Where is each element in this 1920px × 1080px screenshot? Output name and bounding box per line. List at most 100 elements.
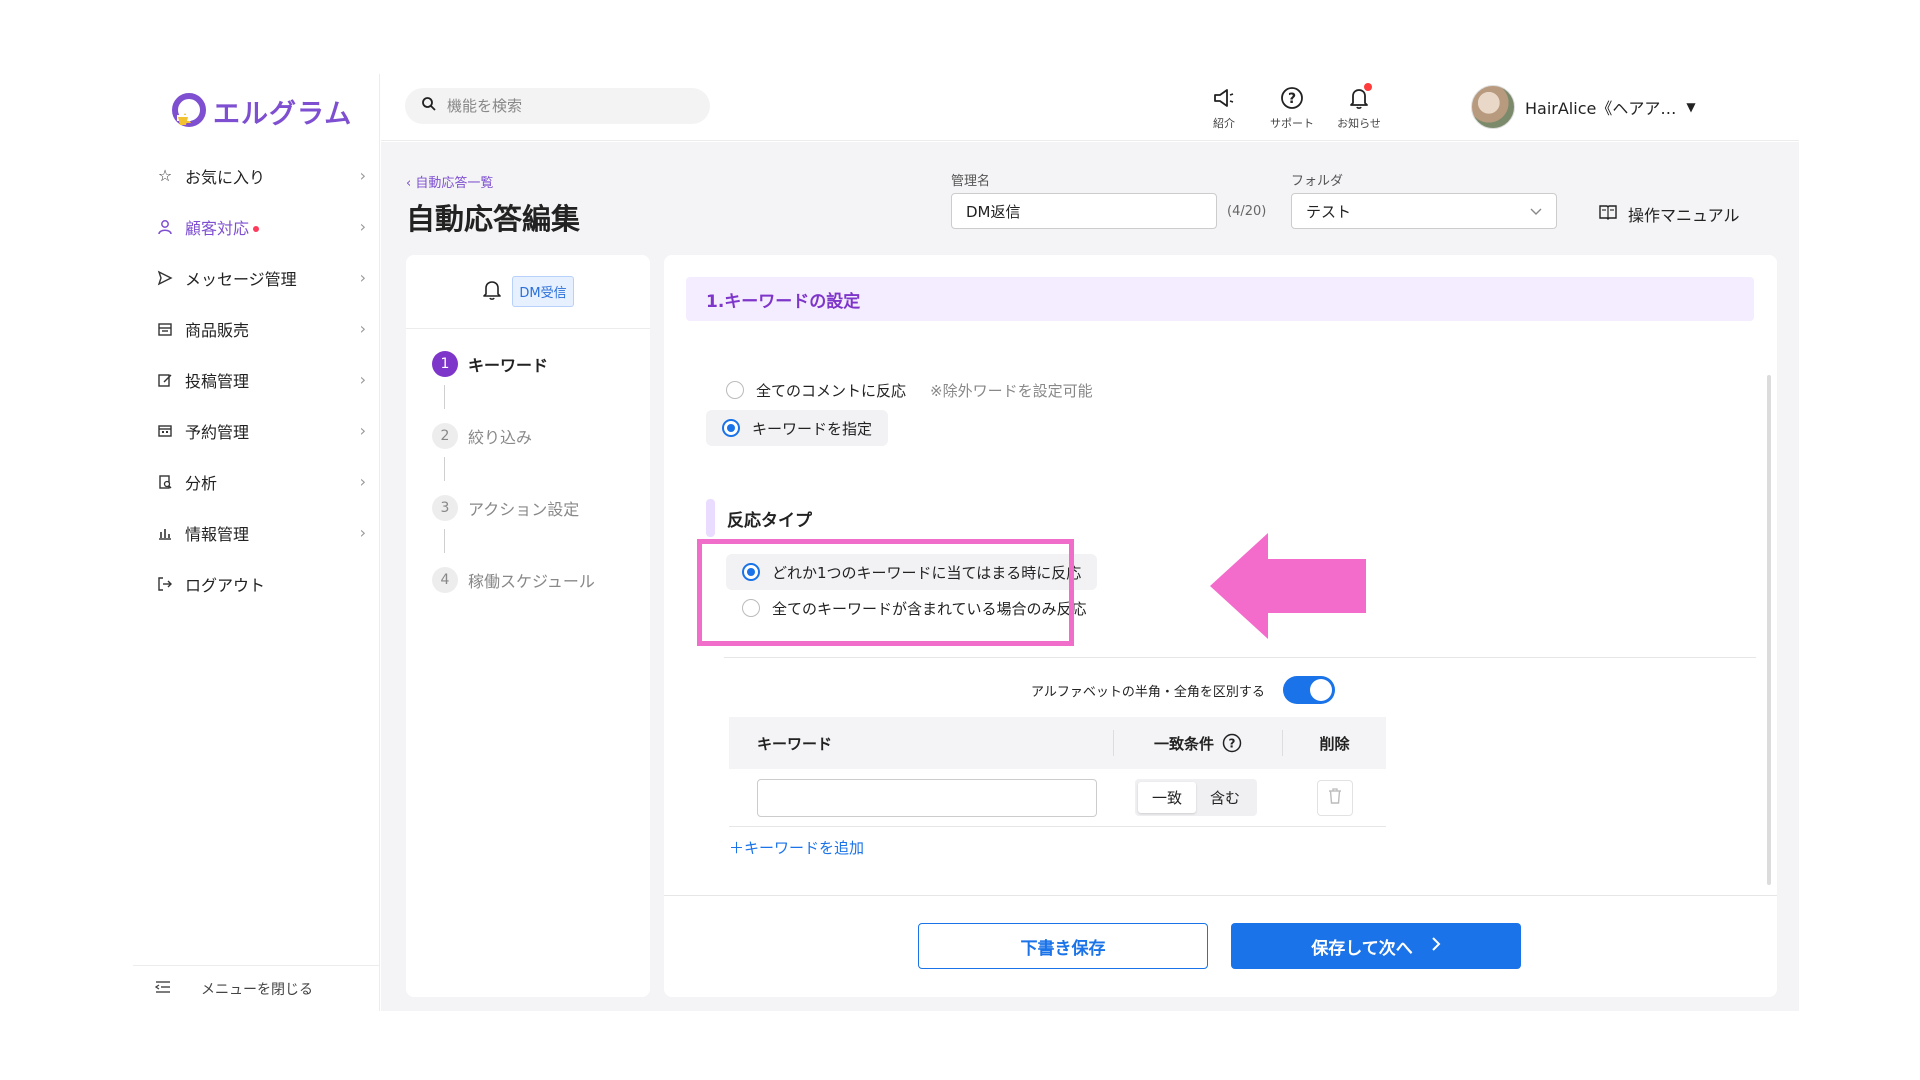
toggle-label: アルファベットの半角・全角を区別する — [1031, 684, 1265, 700]
trigger-summary: DM受信 — [406, 255, 650, 329]
support-button[interactable]: ? サポート — [1264, 84, 1320, 131]
bar-chart-icon — [155, 523, 175, 543]
divider — [724, 657, 1756, 658]
sidebar-item-sales[interactable]: 商品販売 › — [133, 303, 380, 354]
sidebar-item-favorites[interactable]: ☆ お気に入り › — [133, 150, 380, 201]
introduce-button[interactable]: 紹介 — [1196, 84, 1252, 131]
close-menu-button[interactable]: メニューを閉じる — [133, 965, 380, 1011]
folder-value: テスト — [1306, 202, 1352, 221]
step-keyword[interactable]: 1 キーワード — [432, 351, 548, 377]
svg-text:?: ? — [1288, 91, 1296, 107]
manual-link[interactable]: 操作マニュアル — [1598, 202, 1740, 226]
step-action[interactable]: 3 アクション設定 — [432, 495, 579, 521]
col-delete: 削除 — [1319, 734, 1350, 753]
notification-dot — [253, 226, 260, 232]
save-next-label: 保存して次へ — [1311, 938, 1413, 959]
chevron-right-icon: › — [359, 217, 366, 236]
search-box[interactable] — [405, 88, 710, 124]
send-icon — [155, 268, 175, 288]
edit-icon — [155, 370, 175, 390]
step-filter[interactable]: 2 絞り込み — [432, 423, 532, 449]
user-menu[interactable]: HairAlice《ヘアア… ▼ — [1471, 85, 1696, 129]
folder-label: フォルダ — [1291, 174, 1344, 189]
megaphone-icon — [1210, 84, 1238, 112]
name-value: DM返信 — [966, 202, 1021, 221]
keyword-table: キーワード 一致条件 ? 削除 一致 含む — [729, 717, 1386, 827]
step-number: 3 — [432, 495, 458, 521]
sidebar-item-analytics[interactable]: 分析 › — [133, 456, 380, 507]
search-icon — [421, 96, 437, 116]
back-link[interactable]: ‹ 自動応答一覧 — [406, 172, 493, 191]
name-input[interactable]: DM返信 — [951, 193, 1217, 229]
chevron-down-icon — [1530, 202, 1542, 220]
sidebar-item-label: 予約管理 — [185, 422, 250, 442]
table-header: キーワード 一致条件 ? 削除 — [729, 717, 1386, 769]
step-number: 4 — [432, 567, 458, 593]
logo[interactable]: エルグラム — [171, 88, 352, 134]
content-area: ‹ 自動応答一覧 自動応答編集 管理名 DM返信 (4/20) フォルダ テスト… — [381, 142, 1799, 1011]
sidebar-item-label: ログアウト — [185, 575, 266, 595]
scrollbar[interactable] — [1767, 375, 1771, 885]
radio-button — [726, 381, 744, 399]
folder-select[interactable]: テスト — [1291, 193, 1557, 229]
step-label: 稼働スケジュール — [468, 572, 595, 591]
radio-specify-keyword[interactable]: キーワードを指定 — [706, 410, 889, 446]
match-exact-button[interactable]: 一致 — [1138, 782, 1197, 813]
sidebar-item-label: 情報管理 — [185, 524, 250, 544]
keyword-input[interactable] — [757, 778, 1097, 817]
introduce-label: 紹介 — [1213, 117, 1235, 130]
radio-label: キーワードを指定 — [752, 419, 873, 438]
step-schedule[interactable]: 4 稼働スケジュール — [432, 567, 595, 593]
logo-icon — [171, 93, 207, 129]
sidebar-item-label: 分析 — [185, 473, 218, 493]
sidebar: エルグラム ☆ お気に入り › 顧客対応 › メッセージ管理 › 商品販売 › … — [133, 74, 380, 1011]
reaction-type-title: 反応タイプ — [727, 510, 812, 531]
bell-icon — [1345, 83, 1373, 112]
avatar — [1471, 85, 1515, 129]
sidebar-item-customer[interactable]: 顧客対応 › — [133, 201, 380, 252]
section-title: 1.キーワードの設定 — [686, 277, 1754, 321]
radio-all-comments[interactable]: 全てのコメントに反応 ※除外ワードを設定可能 — [726, 372, 1093, 408]
sidebar-item-label: お気に入り — [185, 167, 266, 187]
manual-label: 操作マニュアル — [1628, 206, 1740, 225]
col-keyword: キーワード — [757, 734, 833, 753]
person-icon — [155, 217, 175, 237]
notifications-button[interactable]: お知らせ — [1331, 83, 1387, 131]
logout-icon — [155, 574, 175, 594]
sidebar-item-posts[interactable]: 投稿管理 › — [133, 354, 380, 405]
search-input[interactable] — [447, 97, 687, 115]
sidebar-item-reservations[interactable]: 予約管理 › — [133, 405, 380, 456]
match-contains-button[interactable]: 含む — [1196, 782, 1254, 813]
user-name: HairAlice《ヘアア… — [1525, 99, 1677, 118]
save-draft-label: 下書き保存 — [1020, 938, 1106, 959]
chevron-right-icon: › — [359, 370, 366, 389]
add-keyword-link[interactable]: ＋キーワードを追加 — [729, 837, 864, 858]
back-link-label: 自動応答一覧 — [415, 176, 494, 191]
highlight-annotation-box — [697, 539, 1074, 646]
chevron-right-icon: › — [359, 472, 366, 491]
step-connector — [444, 385, 445, 409]
col-match: 一致条件 ? — [1113, 730, 1283, 756]
help-icon[interactable]: ? — [1222, 733, 1242, 753]
sidebar-item-label: 投稿管理 — [185, 371, 250, 391]
sidebar-item-logout[interactable]: ログアウト — [133, 558, 380, 609]
sidebar-item-messages[interactable]: メッセージ管理 › — [133, 252, 380, 303]
reaction-type-heading: 反応タイプ — [706, 499, 812, 537]
name-label: 管理名 — [951, 174, 991, 189]
heading-accent-bar — [706, 499, 715, 537]
save-draft-button[interactable]: 下書き保存 — [918, 923, 1208, 969]
step-connector — [444, 529, 445, 553]
sidebar-item-label: メッセージ管理 — [185, 269, 297, 289]
delete-row-button[interactable] — [1317, 779, 1354, 816]
star-icon: ☆ — [157, 166, 173, 185]
width-sensitivity-toggle[interactable] — [1282, 676, 1335, 704]
col-match-label: 一致条件 — [1153, 734, 1214, 753]
caret-down-icon: ▼ — [1686, 100, 1696, 114]
topbar: 紹介 ? サポート お知らせ HairAlice《ヘアア… ▼ — [381, 74, 1799, 141]
sidebar-item-label: 商品販売 — [185, 320, 250, 340]
pointer-arrow-annotation — [1210, 533, 1366, 639]
save-next-button[interactable]: 保存して次へ — [1231, 923, 1521, 969]
trash-icon — [1328, 787, 1342, 808]
sidebar-item-info[interactable]: 情報管理 › — [133, 507, 380, 558]
chevron-right-icon: › — [359, 268, 366, 287]
